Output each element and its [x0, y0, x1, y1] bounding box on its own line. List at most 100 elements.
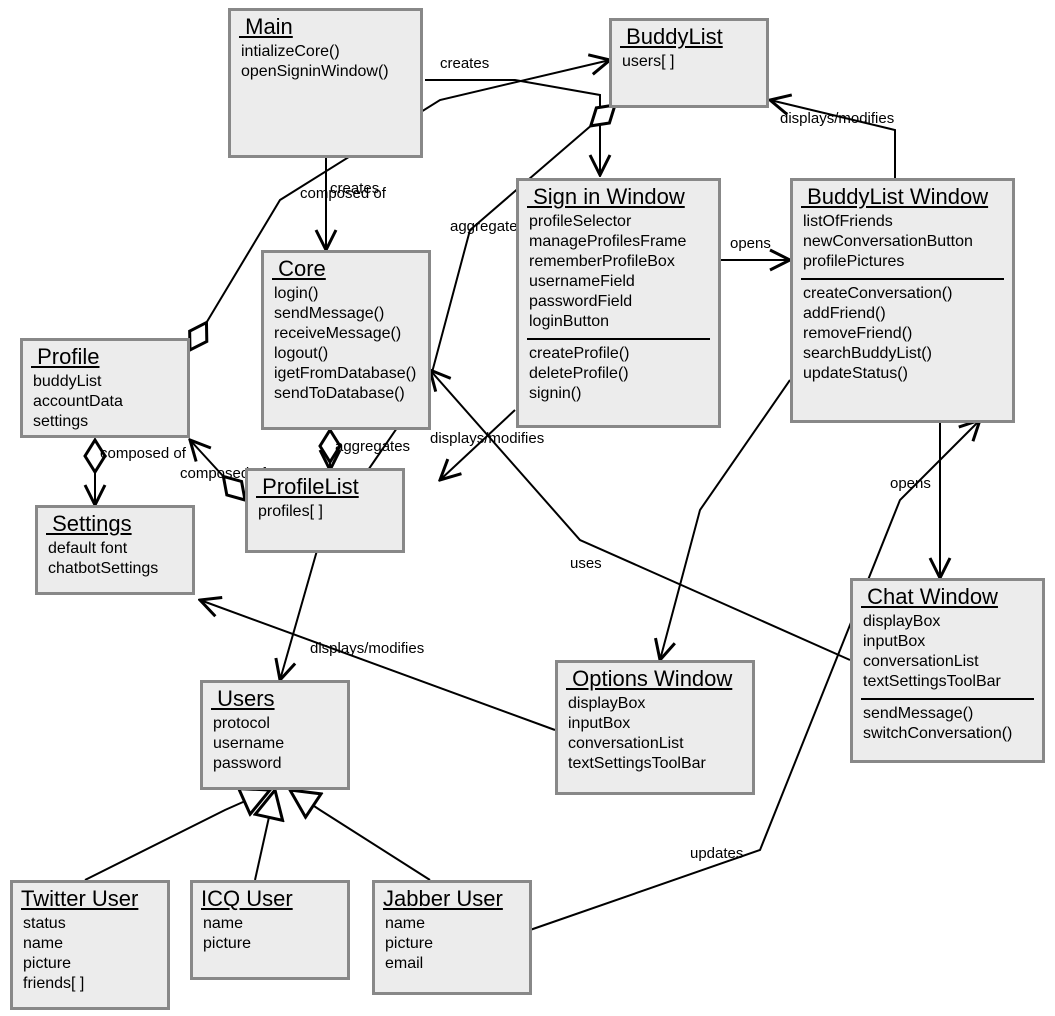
attr: intializeCore() — [241, 42, 412, 62]
attr: settings — [33, 412, 179, 432]
attr: textSettingsToolBar — [568, 754, 744, 774]
class-attrs: name picture email — [375, 912, 529, 978]
class-title: BuddyList — [612, 21, 766, 50]
class-title: ICQ User — [193, 883, 347, 912]
class-profile: Profile buddyList accountData settings — [20, 338, 190, 438]
attr: manageProfilesFrame — [529, 232, 710, 252]
class-title: Jabber User — [375, 883, 529, 912]
class-attrs: listOfFriends newConversationButton prof… — [793, 210, 1012, 276]
attr: igetFromDatabase() — [274, 364, 420, 384]
attr: protocol — [213, 714, 339, 734]
uml-diagram-canvas: creates creates composed of composed of … — [0, 0, 1055, 1016]
class-chat-window: Chat Window displayBox inputBox conversa… — [850, 578, 1045, 763]
class-ops: createConversation() addFriend() removeF… — [793, 282, 1012, 388]
class-main: Main intializeCore() openSigninWindow() — [228, 8, 423, 158]
attr: default font — [48, 539, 184, 559]
attr: password — [213, 754, 339, 774]
label-composed-settings: composed of — [100, 445, 186, 462]
label-displays-profilelist: displays/modifies — [430, 430, 544, 447]
label-uses: uses — [570, 555, 602, 572]
class-attrs: protocol username password — [203, 712, 347, 778]
attr: profiles[ ] — [258, 502, 394, 522]
op: sendMessage() — [863, 704, 1034, 724]
class-title: Profile — [23, 341, 187, 370]
attr: picture — [385, 934, 521, 954]
label-displays-settings: displays/modifies — [310, 640, 424, 657]
class-title: BuddyList Window — [793, 181, 1012, 210]
class-options-window: Options Window displayBox inputBox conve… — [555, 660, 755, 795]
class-title: Chat Window — [853, 581, 1042, 610]
attr: logout() — [274, 344, 420, 364]
class-ops: sendMessage() switchConversation() — [853, 702, 1042, 748]
op: updateStatus() — [803, 364, 1004, 384]
op: createConversation() — [803, 284, 1004, 304]
class-twitter-user: Twitter User status name picture friends… — [10, 880, 170, 1010]
label-aggregates-buddylist: aggregates — [450, 218, 525, 235]
class-attrs: default font chatbotSettings — [38, 537, 192, 583]
class-title: Main — [231, 11, 420, 40]
class-title: Core — [264, 253, 428, 282]
class-attrs: intializeCore() openSigninWindow() — [231, 40, 420, 86]
class-title: Sign in Window — [519, 181, 718, 210]
class-users: Users protocol username password — [200, 680, 350, 790]
attr: accountData — [33, 392, 179, 412]
op: switchConversation() — [863, 724, 1034, 744]
attr: profileSelector — [529, 212, 710, 232]
op: addFriend() — [803, 304, 1004, 324]
class-icq-user: ICQ User name picture — [190, 880, 350, 980]
attr: textSettingsToolBar — [863, 672, 1034, 692]
class-attrs: name picture — [193, 912, 347, 958]
attr: name — [203, 914, 339, 934]
attr: status — [23, 914, 159, 934]
attr: conversationList — [863, 652, 1034, 672]
attr: displayBox — [568, 694, 744, 714]
attr: picture — [203, 934, 339, 954]
op: signin() — [529, 384, 710, 404]
attr: conversationList — [568, 734, 744, 754]
class-buddylist-window: BuddyList Window listOfFriends newConver… — [790, 178, 1015, 423]
class-buddylist: BuddyList users[ ] — [609, 18, 769, 108]
class-profilelist: ProfileList profiles[ ] — [245, 468, 405, 553]
attr: username — [213, 734, 339, 754]
label-aggregates-core: aggregates — [335, 438, 410, 455]
attr: listOfFriends — [803, 212, 1004, 232]
label-creates-signin: creates — [440, 55, 489, 72]
attr: sendToDatabase() — [274, 384, 420, 404]
class-title: Users — [203, 683, 347, 712]
label-updates: updates — [690, 845, 743, 862]
attr: profilePictures — [803, 252, 1004, 272]
class-core: Core login() sendMessage() receiveMessag… — [261, 250, 431, 430]
attr: inputBox — [863, 632, 1034, 652]
class-attrs: buddyList accountData settings — [23, 370, 187, 436]
class-attrs: displayBox inputBox conversationList tex… — [853, 610, 1042, 696]
attr: name — [385, 914, 521, 934]
attr: friends[ ] — [23, 974, 159, 994]
class-settings: Settings default font chatbotSettings — [35, 505, 195, 595]
class-title: ProfileList — [248, 471, 402, 500]
class-attrs: users[ ] — [612, 50, 766, 76]
attr: receiveMessage() — [274, 324, 420, 344]
attr: login() — [274, 284, 420, 304]
class-title: Twitter User — [13, 883, 167, 912]
attr: chatbotSettings — [48, 559, 184, 579]
label-displays-buddylist: displays/modifies — [780, 110, 894, 127]
attr: passwordField — [529, 292, 710, 312]
op: searchBuddyList() — [803, 344, 1004, 364]
class-attrs: profiles[ ] — [248, 500, 402, 526]
attr: name — [23, 934, 159, 954]
label-composed-buddylist: composed of — [300, 185, 386, 202]
op: createProfile() — [529, 344, 710, 364]
attr: newConversationButton — [803, 232, 1004, 252]
attr: rememberProfileBox — [529, 252, 710, 272]
label-opens-chat: opens — [890, 475, 931, 492]
attr: usernameField — [529, 272, 710, 292]
attr: inputBox — [568, 714, 744, 734]
op: deleteProfile() — [529, 364, 710, 384]
class-attrs: status name picture friends[ ] — [13, 912, 167, 998]
attr: sendMessage() — [274, 304, 420, 324]
attr: displayBox — [863, 612, 1034, 632]
class-signin-window: Sign in Window profileSelector managePro… — [516, 178, 721, 428]
class-ops: createProfile() deleteProfile() signin() — [519, 342, 718, 408]
class-title: Settings — [38, 508, 192, 537]
attr: openSigninWindow() — [241, 62, 412, 82]
